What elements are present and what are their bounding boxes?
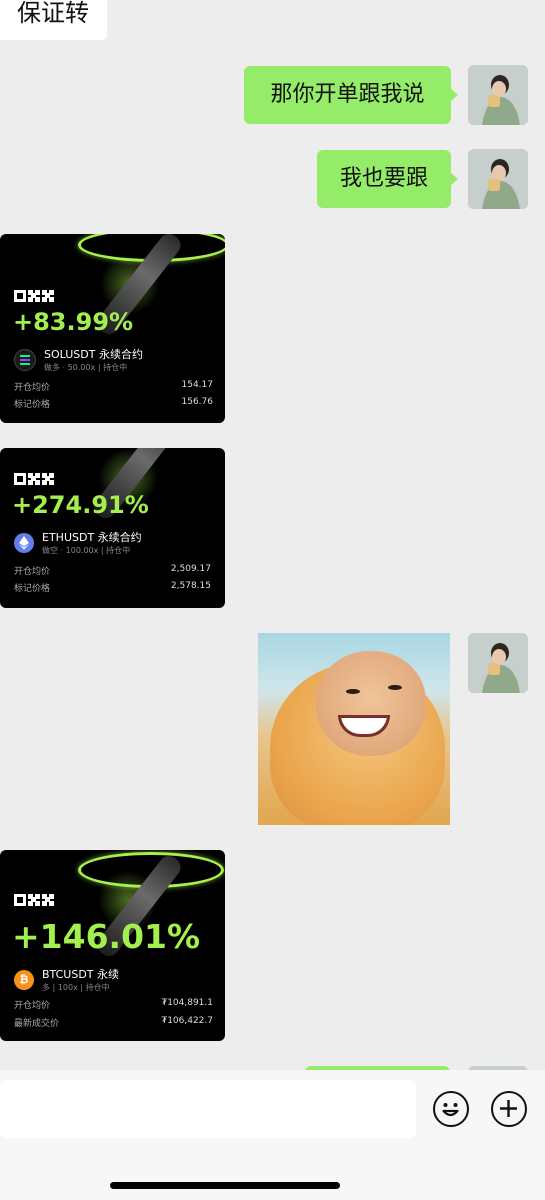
avatar[interactable] <box>468 65 528 125</box>
symbol-label: ETHUSDT 永续合约 <box>42 531 142 544</box>
row-label: 标记价格 <box>14 400 51 410</box>
bitcoin-coin-icon: ₿ <box>14 969 34 990</box>
okx-logo <box>14 473 54 485</box>
okx-logo <box>14 894 54 906</box>
row-value: 154.17 <box>181 380 214 390</box>
avatar-photo <box>468 65 528 125</box>
status-label: 持仓中 <box>85 983 110 992</box>
row-value: 2,578.15 <box>170 581 211 591</box>
okx-pnl-card[interactable]: +146.01% ₿ BTCUSDT 永续 多 | 100x | 持仓中 开仓均… <box>0 850 225 1041</box>
home-indicator <box>110 1182 340 1189</box>
side-label: 做空 <box>42 546 58 555</box>
outgoing-message-bubble[interactable]: 那你开单跟我说 <box>244 66 458 124</box>
leverage-label: 100x <box>57 983 78 992</box>
chat-input-bar <box>0 1070 545 1200</box>
okx-pnl-card[interactable]: +274.91% ETHUSDT 永续合约 做空 · 100.00x | 持仓中… <box>0 448 225 608</box>
avatar[interactable] <box>468 149 528 209</box>
pnl-percent: +274.91% <box>12 491 149 519</box>
message-input[interactable] <box>0 1080 416 1138</box>
row-label: 最新成交价 <box>14 1019 60 1029</box>
pnl-percent: +83.99% <box>13 308 134 336</box>
status-label: 持仓中 <box>103 363 128 372</box>
leverage-label: 100.00x <box>65 546 99 555</box>
avatar-photo <box>468 633 528 693</box>
solana-coin-icon <box>14 348 36 371</box>
row-value: ₮104,891.1 <box>161 998 213 1008</box>
okx-logo <box>14 290 54 302</box>
avatar-photo <box>468 149 528 209</box>
row-label: 开仓均价 <box>14 567 51 577</box>
ethereum-coin-icon <box>14 532 34 553</box>
sticker-image[interactable] <box>258 633 450 825</box>
avatar[interactable] <box>468 633 528 693</box>
row-value: 156.76 <box>181 397 214 407</box>
outgoing-message-bubble[interactable]: 我也要跟 <box>317 150 458 208</box>
row-value: 2,509.17 <box>170 564 211 574</box>
okx-pnl-card[interactable]: +83.99% SOLUSDT 永续合约 做多 · 50.00x | 持仓中 开… <box>0 234 225 423</box>
message-text: 我也要跟 <box>339 166 428 191</box>
leverage-label: 50.00x <box>67 363 96 372</box>
message-text: 保证转 <box>17 0 89 27</box>
row-label: 开仓均价 <box>14 383 51 393</box>
message-text: 那你开单跟我说 <box>270 82 425 107</box>
emoji-icon[interactable] <box>433 1091 469 1127</box>
row-label: 标记价格 <box>14 584 51 594</box>
side-label: 多 <box>42 983 50 992</box>
row-value: ₮106,422.7 <box>161 1016 213 1026</box>
status-label: 持仓中 <box>106 546 131 555</box>
side-label: 做多 <box>44 363 60 372</box>
incoming-message-bubble[interactable]: 保证转 <box>0 0 107 40</box>
pnl-percent: +146.01% <box>12 917 201 956</box>
row-label: 开仓均价 <box>14 1001 51 1011</box>
symbol-label: SOLUSDT 永续合约 <box>44 348 143 361</box>
symbol-label: BTCUSDT 永续 <box>42 968 120 981</box>
plus-icon[interactable] <box>491 1091 527 1127</box>
